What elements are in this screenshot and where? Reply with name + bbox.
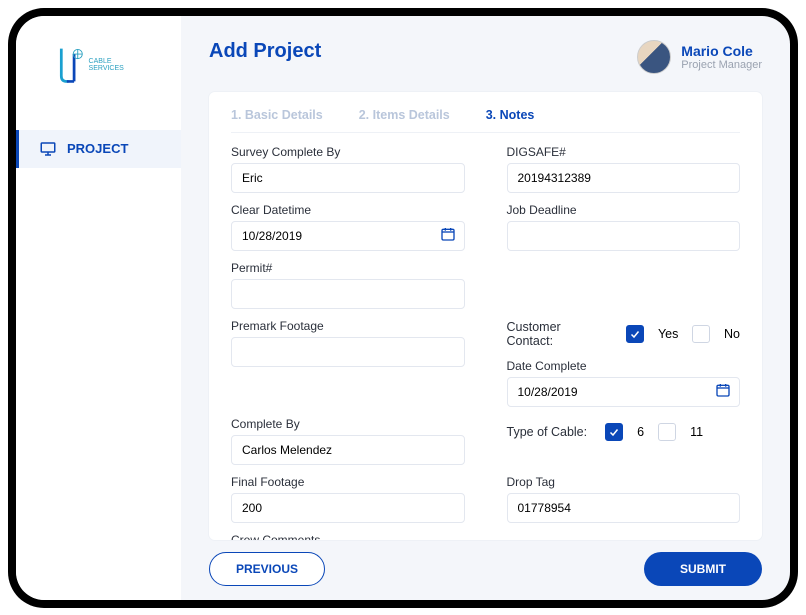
page-title: Add Project	[209, 40, 321, 63]
input-survey-complete-by[interactable]	[231, 163, 465, 193]
checkbox-customer-contact-no[interactable]	[692, 325, 710, 343]
brand-name: CABLE SERVICES	[89, 58, 144, 72]
field-type-of-cable: Type of Cable: 6 11	[507, 417, 741, 465]
customer-contact-yes-label: Yes	[658, 327, 678, 341]
input-drop-tag[interactable]	[507, 493, 741, 523]
field-crew-comments: Crew Comments Lorem Ipsum is simply dumm…	[231, 533, 740, 540]
avatar	[637, 40, 671, 74]
input-digsafe[interactable]	[507, 163, 741, 193]
drop-tag-input[interactable]	[518, 501, 730, 515]
presentation-icon	[39, 140, 57, 158]
type-cable-6-label: 6	[637, 425, 644, 439]
field-drop-tag: Drop Tag	[507, 475, 741, 523]
input-premark-footage[interactable]	[231, 337, 465, 367]
user-block[interactable]: Mario Cole Project Manager	[637, 40, 762, 74]
checkbox-customer-contact-yes[interactable]	[626, 325, 644, 343]
spacer	[507, 261, 741, 291]
final-footage-input[interactable]	[242, 501, 454, 515]
label-premark-footage: Premark Footage	[231, 319, 465, 333]
form-card: 1. Basic Details 2. Items Details 3. Not…	[209, 92, 762, 540]
form-grid: Survey Complete By DIGSAFE# Clear Date	[231, 145, 740, 540]
form-footer: PREVIOUS SUBMIT	[209, 540, 762, 588]
label-customer-contact: Customer Contact:	[507, 320, 609, 348]
digsafe-input[interactable]	[518, 171, 730, 185]
label-digsafe: DIGSAFE#	[507, 145, 741, 159]
input-date-complete[interactable]	[507, 377, 741, 407]
sidebar-item-project[interactable]: PROJECT	[16, 130, 181, 168]
customer-contact-no-label: No	[724, 327, 740, 341]
sidebar-nav: PROJECT	[16, 130, 181, 168]
label-clear-datetime: Clear Datetime	[231, 203, 465, 217]
label-drop-tag: Drop Tag	[507, 475, 741, 489]
field-complete-by: Complete By	[231, 417, 465, 465]
label-complete-by: Complete By	[231, 417, 465, 431]
sidebar-item-label: PROJECT	[67, 141, 128, 156]
input-final-footage[interactable]	[231, 493, 465, 523]
field-clear-datetime: Clear Datetime	[231, 203, 465, 251]
logo-mark-icon	[54, 43, 85, 87]
label-crew-comments: Crew Comments	[231, 533, 740, 540]
type-cable-11-label: 11	[690, 425, 703, 439]
permit-input[interactable]	[242, 287, 454, 301]
previous-button[interactable]: PREVIOUS	[209, 552, 325, 586]
checkbox-type-cable-6[interactable]	[605, 423, 623, 441]
form-tabs: 1. Basic Details 2. Items Details 3. Not…	[231, 108, 740, 133]
field-digsafe: DIGSAFE#	[507, 145, 741, 193]
brand-logo: CABLE SERVICES	[54, 40, 144, 90]
label-date-complete: Date Complete	[507, 359, 741, 373]
checkbox-type-cable-11[interactable]	[658, 423, 676, 441]
user-name: Mario Cole	[681, 43, 762, 59]
label-final-footage: Final Footage	[231, 475, 465, 489]
main-content: Add Project Mario Cole Project Manager 1…	[181, 16, 790, 600]
label-survey-complete-by: Survey Complete By	[231, 145, 465, 159]
calendar-icon[interactable]	[440, 226, 456, 245]
label-job-deadline: Job Deadline	[507, 203, 741, 217]
date-complete-input[interactable]	[518, 385, 730, 399]
complete-by-input[interactable]	[242, 443, 454, 457]
job-deadline-input[interactable]	[518, 229, 730, 243]
field-permit: Permit#	[231, 261, 465, 309]
label-permit: Permit#	[231, 261, 465, 275]
device-frame: CABLE SERVICES PROJECT	[8, 8, 798, 608]
label-type-of-cable: Type of Cable:	[507, 425, 588, 439]
tab-notes[interactable]: 3. Notes	[486, 108, 535, 122]
sidebar: CABLE SERVICES PROJECT	[16, 16, 181, 600]
user-role: Project Manager	[681, 59, 762, 71]
field-job-deadline: Job Deadline	[507, 203, 741, 251]
tab-items-details[interactable]: 2. Items Details	[359, 108, 450, 122]
app-screen: CABLE SERVICES PROJECT	[16, 16, 790, 600]
premark-footage-input[interactable]	[242, 345, 454, 359]
field-survey-complete-by: Survey Complete By	[231, 145, 465, 193]
input-complete-by[interactable]	[231, 435, 465, 465]
calendar-icon[interactable]	[715, 382, 731, 401]
field-final-footage: Final Footage	[231, 475, 465, 523]
input-permit[interactable]	[231, 279, 465, 309]
submit-button[interactable]: SUBMIT	[644, 552, 762, 586]
clear-datetime-input[interactable]	[242, 229, 454, 243]
input-clear-datetime[interactable]	[231, 221, 465, 251]
tab-basic-details[interactable]: 1. Basic Details	[231, 108, 323, 122]
survey-complete-by-input[interactable]	[242, 171, 454, 185]
field-customer-contact: Customer Contact: Yes No Date Complete	[507, 319, 741, 407]
page-header: Add Project Mario Cole Project Manager	[209, 40, 762, 74]
field-premark-footage: Premark Footage	[231, 319, 465, 407]
input-job-deadline[interactable]	[507, 221, 741, 251]
